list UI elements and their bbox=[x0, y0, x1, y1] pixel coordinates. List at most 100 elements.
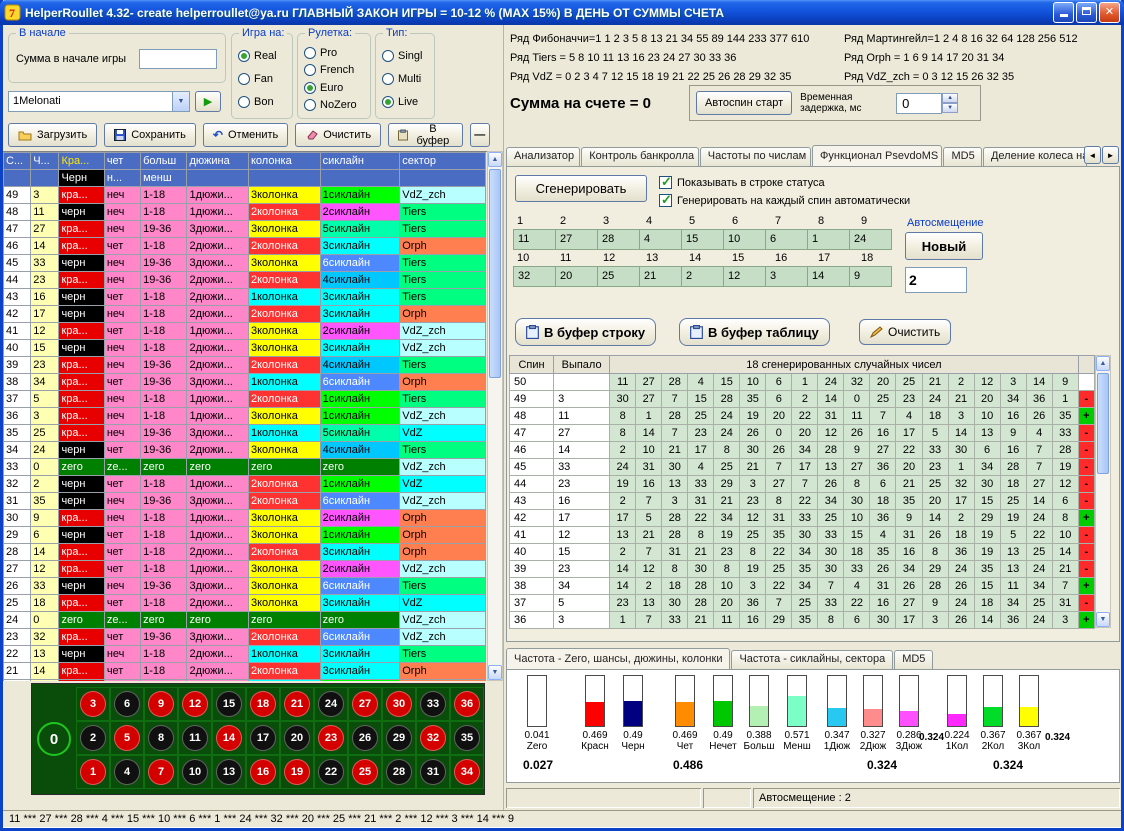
undo-button[interactable]: ↶ Отменить bbox=[203, 123, 288, 147]
copy-buffer-button[interactable]: В буфер bbox=[388, 123, 462, 147]
board-cell-34[interactable]: 34 bbox=[450, 755, 484, 789]
scroll-down-icon[interactable]: ▼ bbox=[1096, 612, 1110, 627]
board-cell-2[interactable]: 2 bbox=[76, 721, 110, 755]
board-cell-32[interactable]: 32 bbox=[416, 721, 450, 755]
history-row[interactable]: 240zeroze...zerozerozerozeroVdZ_zch bbox=[4, 612, 486, 629]
scroll-thumb[interactable] bbox=[489, 169, 501, 378]
board-cell-8[interactable]: 8 bbox=[144, 721, 178, 755]
radio-Euro[interactable]: Euro bbox=[304, 82, 368, 94]
collapse-button[interactable]: — bbox=[470, 123, 490, 147]
board-cell-30[interactable]: 30 bbox=[382, 687, 416, 721]
history-row[interactable]: 4015черннеч1-182дюжи...3колонка3сиклайнV… bbox=[4, 340, 486, 357]
history-row[interactable]: 493кра...неч1-181дюжи...3колонка1сиклайн… bbox=[4, 187, 486, 204]
tab-Частота - сиклайны, сектора[interactable]: Частота - сиклайны, сектора bbox=[731, 650, 893, 669]
scroll-track[interactable] bbox=[1096, 371, 1110, 612]
delay-spinner[interactable]: 0 ▲ ▼ bbox=[896, 93, 958, 114]
board-cell-35[interactable]: 35 bbox=[450, 721, 484, 755]
board-cell-26[interactable]: 26 bbox=[348, 721, 382, 755]
board-cell-22[interactable]: 22 bbox=[314, 755, 348, 789]
history-row[interactable]: 4533черннеч19-363дюжи...3колонка6сиклайн… bbox=[4, 255, 486, 272]
pseudoms-row[interactable]: 401527312123822343018351683619132514- bbox=[510, 544, 1095, 561]
history-scrollbar[interactable]: ▲ ▼ bbox=[487, 151, 503, 681]
scroll-up-icon[interactable]: ▲ bbox=[488, 152, 502, 167]
tab-MD5[interactable]: MD5 bbox=[943, 147, 982, 166]
history-row[interactable]: 4112кра...чет1-181дюжи...3колонка2сиклай… bbox=[4, 323, 486, 340]
history-row[interactable]: 375кра...неч1-181дюжи...2колонка1сиклайн… bbox=[4, 391, 486, 408]
board-cell-31[interactable]: 31 bbox=[416, 755, 450, 789]
close-button[interactable]: ✕ bbox=[1099, 2, 1120, 23]
tab-MD5[interactable]: MD5 bbox=[894, 650, 933, 669]
board-cell-1[interactable]: 1 bbox=[76, 755, 110, 789]
pseudoms-row[interactable]: 442319161333293277268621253230182712- bbox=[510, 476, 1095, 493]
history-row[interactable]: 4316чернчет1-182дюжи...1колонка3сиклайнT… bbox=[4, 289, 486, 306]
tab-Анализатор[interactable]: Анализатор bbox=[506, 147, 580, 166]
history-row[interactable]: 2213черннеч1-182дюжи...1колонка3сиклайнT… bbox=[4, 646, 486, 663]
board-cell-33[interactable]: 33 bbox=[416, 687, 450, 721]
pseudoms-row[interactable]: 421717528223412313325103691422919248+ bbox=[510, 510, 1095, 527]
copy-table-button[interactable]: В буфер таблицу bbox=[679, 318, 830, 346]
board-cell-7[interactable]: 7 bbox=[144, 755, 178, 789]
restore-button[interactable] bbox=[1076, 2, 1097, 23]
autospin-start-button[interactable]: Автоспин старт bbox=[696, 91, 792, 115]
radio-NoZero[interactable]: NoZero bbox=[304, 99, 368, 111]
board-cell-17[interactable]: 17 bbox=[246, 721, 280, 755]
history-row[interactable]: 3424чернчет19-362дюжи...3колонка4сиклайн… bbox=[4, 442, 486, 459]
tab-scroll-left[interactable]: ◄ bbox=[1084, 146, 1101, 164]
spinner-up-icon[interactable]: ▲ bbox=[942, 93, 958, 103]
scroll-down-icon[interactable]: ▼ bbox=[488, 665, 502, 680]
history-row[interactable]: 3834кра...чет19-363дюжи...1колонка6сикла… bbox=[4, 374, 486, 391]
pseudoms-row[interactable]: 4933027715283562140252324212034361- bbox=[510, 391, 1095, 408]
board-cell-36[interactable]: 36 bbox=[450, 687, 484, 721]
tab-Деление колеса на[interactable]: Деление колеса на bbox=[983, 147, 1087, 166]
history-row[interactable]: 309кра...неч1-181дюжи...3колонка2сиклайн… bbox=[4, 510, 486, 527]
history-row[interactable]: 2633черннеч19-363дюжи...3колонка6сиклайн… bbox=[4, 578, 486, 595]
pseudoms-row[interactable]: 43162733121238223430183520171525146- bbox=[510, 493, 1095, 510]
clear-button[interactable]: Очистить bbox=[295, 123, 381, 147]
board-cell-3[interactable]: 3 bbox=[76, 687, 110, 721]
history-row[interactable]: 322чернчет1-181дюжи...2колонка1сиклайнVd… bbox=[4, 476, 486, 493]
autoshift-input[interactable] bbox=[905, 267, 967, 293]
radio-Fan[interactable]: Fan bbox=[238, 73, 290, 85]
board-cell-11[interactable]: 11 bbox=[178, 721, 212, 755]
start-sum-input[interactable] bbox=[139, 49, 217, 69]
history-row[interactable]: 2712кра...чет1-181дюжи...3колонка2сиклай… bbox=[4, 561, 486, 578]
board-cell-10[interactable]: 10 bbox=[178, 755, 212, 789]
history-row[interactable]: 3525кра...неч19-363дюжи...1колонка5сикла… bbox=[4, 425, 486, 442]
history-row[interactable]: 2518кра...чет1-182дюжи...3колонка3сиклай… bbox=[4, 595, 486, 612]
scroll-up-icon[interactable]: ▲ bbox=[1096, 356, 1110, 371]
board-cell-9[interactable]: 9 bbox=[144, 687, 178, 721]
board-cell-24[interactable]: 24 bbox=[314, 687, 348, 721]
new-button[interactable]: Новый bbox=[905, 232, 983, 260]
history-row[interactable]: 330zeroze...zerozerozerozeroVdZ_zch bbox=[4, 459, 486, 476]
scroll-thumb[interactable] bbox=[1097, 373, 1109, 474]
history-row[interactable]: 3923кра...неч19-362дюжи...2колонка4сикла… bbox=[4, 357, 486, 374]
history-row[interactable]: 2114кра...чет1-182дюжи...2колонка3сиклай… bbox=[4, 663, 486, 680]
board-cell-23[interactable]: 23 bbox=[314, 721, 348, 755]
history-row[interactable]: 363кра...неч1-181дюжи...3колонка1сиклайн… bbox=[4, 408, 486, 425]
board-cell-25[interactable]: 25 bbox=[348, 755, 382, 789]
pseudoms-row[interactable]: 46142102117830263428927223330616728- bbox=[510, 442, 1095, 459]
radio-Singl[interactable]: Singl bbox=[382, 50, 432, 62]
history-row[interactable]: 3135черннеч19-363дюжи...2колонка6сиклайн… bbox=[4, 493, 486, 510]
board-cell-19[interactable]: 19 bbox=[280, 755, 314, 789]
pseudoms-row[interactable]: 3752313302820367253322162792418342531- bbox=[510, 595, 1095, 612]
history-row[interactable]: 2332кра...чет19-363дюжи...2колонка6сикла… bbox=[4, 629, 486, 646]
pseudoms-row[interactable]: 4727814723242602012261617514139433- bbox=[510, 425, 1095, 442]
board-cell-6[interactable]: 6 bbox=[110, 687, 144, 721]
radio-Real[interactable]: Real bbox=[238, 50, 290, 62]
board-cell-29[interactable]: 29 bbox=[382, 721, 416, 755]
pseudoms-row[interactable]: 453324313042521717132736202313428719- bbox=[510, 459, 1095, 476]
board-cell-5[interactable]: 5 bbox=[110, 721, 144, 755]
board-cell-18[interactable]: 18 bbox=[246, 687, 280, 721]
board-cell-21[interactable]: 21 bbox=[280, 687, 314, 721]
spinner-down-icon[interactable]: ▼ bbox=[942, 103, 958, 113]
history-row[interactable]: 4727кра...неч19-363дюжи...3колонка5сикла… bbox=[4, 221, 486, 238]
checkbox-show-in-status[interactable]: Показывать в строке статуса bbox=[659, 176, 825, 189]
tab-Функционал PsevdoMS[interactable]: Функционал PsevdoMS bbox=[812, 145, 942, 166]
radio-French[interactable]: French bbox=[304, 64, 368, 76]
board-cell-12[interactable]: 12 bbox=[178, 687, 212, 721]
profile-combobox[interactable]: 1Melonati ▼ bbox=[8, 91, 190, 112]
start-play-button[interactable]: ▶ bbox=[195, 91, 221, 112]
pseudoms-row[interactable]: 48118128252419202231117418310162635+ bbox=[510, 408, 1095, 425]
history-row[interactable]: 4423кра...неч19-362дюжи...2колонка4сикла… bbox=[4, 272, 486, 289]
